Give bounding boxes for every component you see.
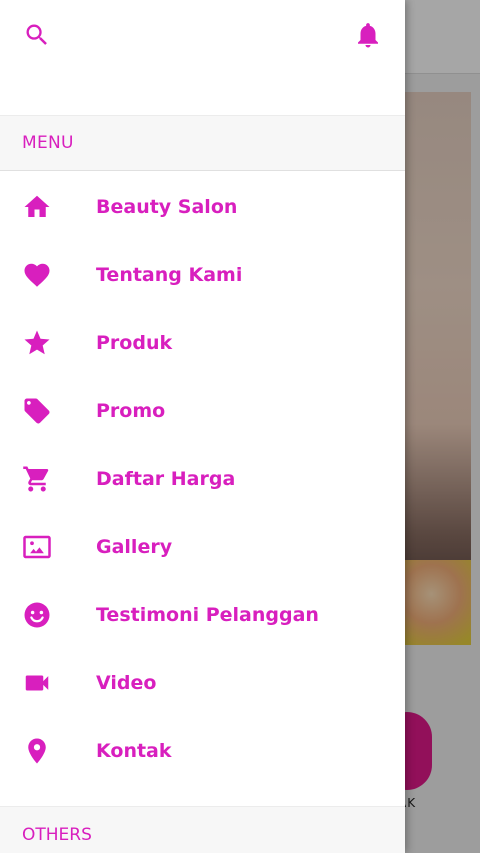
menu-list: Beauty Salon Tentang Kami Produk Promo D… <box>0 171 405 785</box>
menu-item-tentang-kami[interactable]: Tentang Kami <box>0 241 405 309</box>
tag-icon <box>0 396 96 426</box>
menu-item-beauty-salon[interactable]: Beauty Salon <box>0 173 405 241</box>
menu-item-produk[interactable]: Produk <box>0 309 405 377</box>
section-header-others: OTHERS <box>0 806 405 853</box>
menu-item-label: Video <box>96 672 157 694</box>
menu-item-label: Tentang Kami <box>96 264 243 286</box>
menu-item-video[interactable]: Video <box>0 649 405 717</box>
section-header-menu: MENU <box>0 115 405 171</box>
video-icon <box>0 668 96 698</box>
location-pin-icon <box>0 736 96 766</box>
menu-item-testimoni-pelanggan[interactable]: Testimoni Pelanggan <box>0 581 405 649</box>
menu-item-kontak[interactable]: Kontak <box>0 717 405 785</box>
menu-item-label: Beauty Salon <box>96 196 238 218</box>
search-icon <box>23 21 51 49</box>
menu-item-label: Gallery <box>96 536 173 558</box>
menu-item-label: Promo <box>96 400 166 422</box>
menu-item-gallery[interactable]: Gallery <box>0 513 405 581</box>
home-icon <box>0 192 96 222</box>
menu-item-label: Kontak <box>96 740 172 762</box>
image-icon <box>0 532 96 562</box>
menu-item-promo[interactable]: Promo <box>0 377 405 445</box>
cart-icon <box>0 464 96 494</box>
menu-item-label: Testimoni Pelanggan <box>96 604 319 626</box>
heart-icon <box>0 260 96 290</box>
star-icon <box>0 328 96 358</box>
menu-item-label: Daftar Harga <box>96 468 236 490</box>
search-button[interactable] <box>22 20 52 50</box>
notifications-button[interactable] <box>353 20 383 50</box>
menu-item-daftar-harga[interactable]: Daftar Harga <box>0 445 405 513</box>
bell-icon <box>353 20 383 50</box>
drawer-header <box>0 0 405 115</box>
smile-icon <box>0 600 96 630</box>
navigation-drawer: MENU Beauty Salon Tentang Kami Produk Pr… <box>0 0 405 853</box>
menu-item-label: Produk <box>96 332 173 354</box>
